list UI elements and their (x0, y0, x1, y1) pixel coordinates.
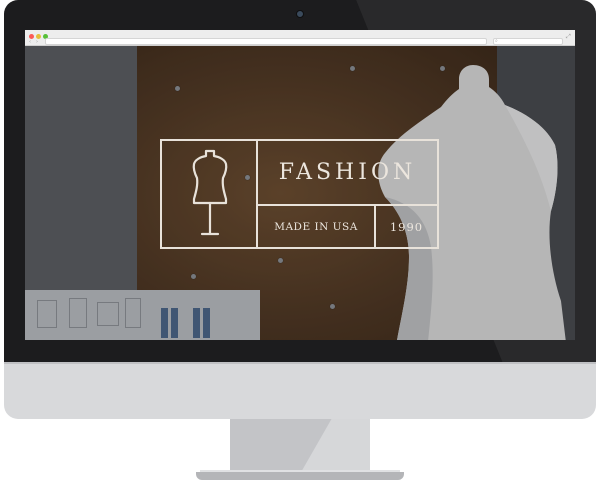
screen: ‹ › ⌕ ⤢ FASHION MADE IN USA 1990 (25, 30, 575, 340)
browser-toolbar: ‹ › ⌕ ⤢ (25, 30, 575, 46)
fashion-logo: FASHION MADE IN USA 1990 (160, 139, 439, 249)
monitor: ‹ › ⌕ ⤢ FASHION MADE IN USA 1990 (0, 0, 600, 485)
stand-base (196, 472, 404, 480)
back-arrow-icon[interactable]: ‹ (29, 39, 31, 45)
brand-tagline: MADE IN USA (274, 220, 358, 233)
camera-icon (296, 10, 304, 18)
search-input[interactable] (493, 38, 563, 45)
brand-name: FASHION (278, 160, 417, 185)
hero-image: FASHION MADE IN USA 1990 (25, 46, 575, 340)
expand-icon[interactable]: ⤢ (566, 33, 571, 40)
address-bar[interactable] (45, 38, 487, 45)
chin-divider (4, 362, 596, 364)
brand-year: 1990 (389, 219, 424, 234)
search-icon: ⌕ (495, 38, 498, 44)
dress-form-icon (192, 149, 228, 236)
forward-arrow-icon[interactable]: › (36, 39, 38, 45)
monitor-chin (4, 362, 596, 419)
